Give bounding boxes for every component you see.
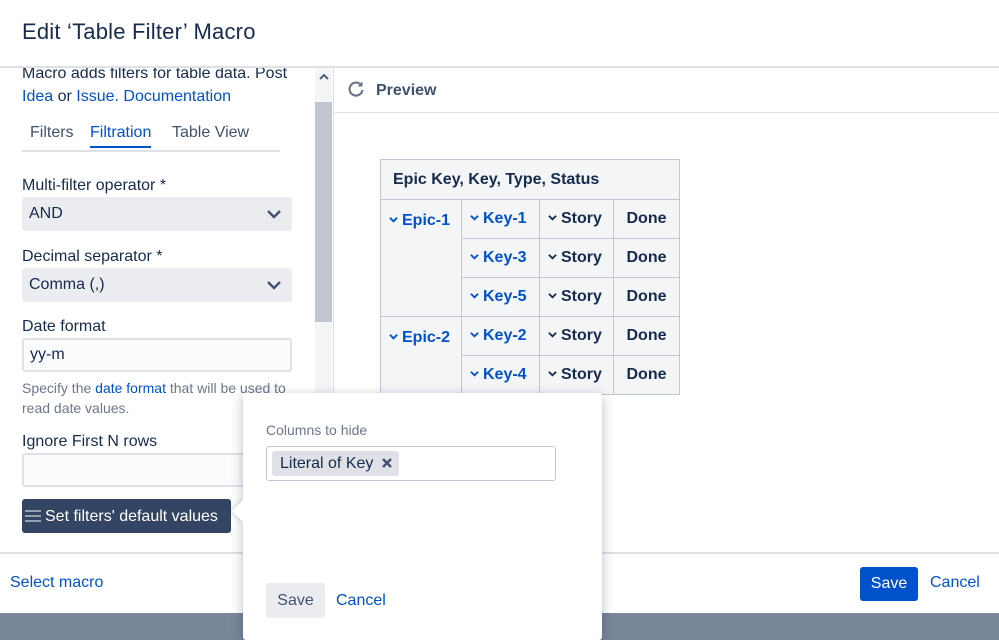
table-cell-type[interactable]: Story [539, 199, 614, 239]
preview-title: Preview [376, 82, 437, 99]
table-cell-status: Done [613, 316, 680, 356]
macro-description: Macro adds filters for table data. Post … [22, 68, 307, 108]
table-cell-key[interactable]: Key-3 [461, 238, 540, 278]
table-cell-epic[interactable]: Epic-1 [380, 199, 462, 317]
chevron-down-icon [548, 254, 557, 260]
table-header: Epic Key, Key, Type, Status [380, 159, 680, 200]
key-link[interactable]: Key-1 [483, 210, 527, 227]
table-cell-type[interactable]: Story [539, 316, 614, 356]
table-row: Epic-1 Key-1 Story Done [380, 199, 680, 317]
close-icon[interactable] [381, 457, 393, 469]
table-cell-key[interactable]: Key-4 [461, 355, 540, 395]
columns-to-hide-label: Columns to hide [266, 422, 368, 438]
table-cell-status: Done [613, 238, 680, 278]
preview-table: Epic Key, Key, Type, Status Epic-1 Key-1… [380, 159, 680, 395]
table-cell-status: Done [613, 199, 680, 239]
documentation-link[interactable]: Documentation [123, 88, 231, 105]
columns-to-hide-popup: Columns to hide Literal of Key Save Canc… [231, 393, 602, 640]
tab-filtration[interactable]: Filtration [90, 124, 152, 148]
chevron-down-icon [267, 281, 281, 290]
chevron-down-icon [470, 332, 479, 338]
refresh-icon[interactable] [346, 79, 366, 99]
chevron-down-icon [389, 334, 398, 340]
date-format-value: yy-m [30, 346, 65, 363]
table-cell-type[interactable]: Story [539, 355, 614, 395]
date-format-label: Date format [22, 318, 106, 335]
table-cell-key[interactable]: Key-1 [461, 199, 540, 239]
description-or: or [53, 88, 77, 105]
chevron-down-icon [548, 215, 557, 221]
popup-cancel-button[interactable]: Cancel [336, 592, 386, 610]
type-value: Story [561, 366, 602, 383]
key-link[interactable]: Key-4 [483, 366, 527, 383]
tab-table-view[interactable]: Table View [172, 124, 249, 146]
select-macro-link[interactable]: Select macro [10, 574, 103, 592]
tab-filters[interactable]: Filters [30, 124, 74, 146]
column-chip-label: Literal of Key [280, 455, 374, 472]
set-default-values-button[interactable]: Set filters' default values [22, 499, 231, 533]
table-cell-key[interactable]: Key-5 [461, 277, 540, 317]
multi-filter-operator-value: AND [29, 205, 63, 222]
chevron-down-icon [470, 254, 479, 260]
column-chip: Literal of Key [272, 451, 400, 476]
table-cell-type[interactable]: Story [539, 277, 614, 317]
preview-header: Preview [333, 68, 999, 113]
scroll-up-icon[interactable] [319, 72, 329, 82]
popup-save-button[interactable]: Save [266, 583, 325, 618]
table-cell-type[interactable]: Story [539, 238, 614, 278]
chevron-down-icon [470, 215, 479, 221]
issue-link[interactable]: Issue. [76, 88, 119, 105]
dialog-title: Edit ‘Table Filter’ Macro [22, 19, 256, 44]
scrollbar-thumb[interactable] [315, 102, 332, 322]
date-format-link[interactable]: date format [95, 380, 166, 396]
cancel-button[interactable]: Cancel [930, 574, 980, 592]
chevron-down-icon [548, 332, 557, 338]
chevron-down-icon [389, 217, 398, 223]
multi-filter-operator-select[interactable]: AND [22, 197, 292, 231]
epic-link[interactable]: Epic-1 [402, 212, 450, 229]
chevron-down-icon [267, 210, 281, 219]
table-cell-status: Done [613, 355, 680, 395]
decimal-separator-value: Comma (,) [29, 276, 105, 293]
columns-to-hide-input[interactable]: Literal of Key [266, 446, 556, 481]
description-text: Macro adds filters for table data. Post [22, 68, 288, 82]
key-link[interactable]: Key-5 [483, 288, 527, 305]
idea-link[interactable]: Idea [22, 88, 53, 105]
date-format-input[interactable]: yy-m [22, 338, 292, 372]
epic-link[interactable]: Epic-2 [402, 329, 450, 346]
type-value: Story [561, 210, 602, 227]
key-link[interactable]: Key-2 [483, 327, 527, 344]
chevron-down-icon [548, 293, 557, 299]
type-value: Story [561, 249, 602, 266]
table-cell-status: Done [613, 277, 680, 317]
chevron-down-icon [470, 293, 479, 299]
hint-text-before: Specify the [22, 380, 96, 396]
table-cell-epic[interactable]: Epic-2 [380, 316, 462, 395]
table-row: Epic-2 Key-2 Story Done [380, 316, 680, 395]
chevron-down-icon [548, 371, 557, 377]
multi-filter-operator-label: Multi-filter operator * [22, 177, 167, 194]
settings-tabs: Filters Filtration Table View [22, 124, 280, 152]
decimal-separator-label: Decimal separator * [22, 248, 163, 265]
decimal-separator-select[interactable]: Comma (,) [22, 268, 292, 302]
chevron-down-icon [470, 371, 479, 377]
menu-icon [25, 510, 41, 522]
save-button[interactable]: Save [860, 567, 918, 601]
set-default-values-label: Set filters' default values [45, 508, 218, 525]
key-link[interactable]: Key-3 [483, 249, 527, 266]
type-value: Story [561, 327, 602, 344]
type-value: Story [561, 288, 602, 305]
table-header-row: Epic Key, Key, Type, Status [380, 159, 680, 200]
ignore-first-rows-label: Ignore First N rows [22, 433, 158, 450]
table-cell-key[interactable]: Key-2 [461, 316, 540, 356]
dialog-header: Edit ‘Table Filter’ Macro [0, 0, 999, 68]
